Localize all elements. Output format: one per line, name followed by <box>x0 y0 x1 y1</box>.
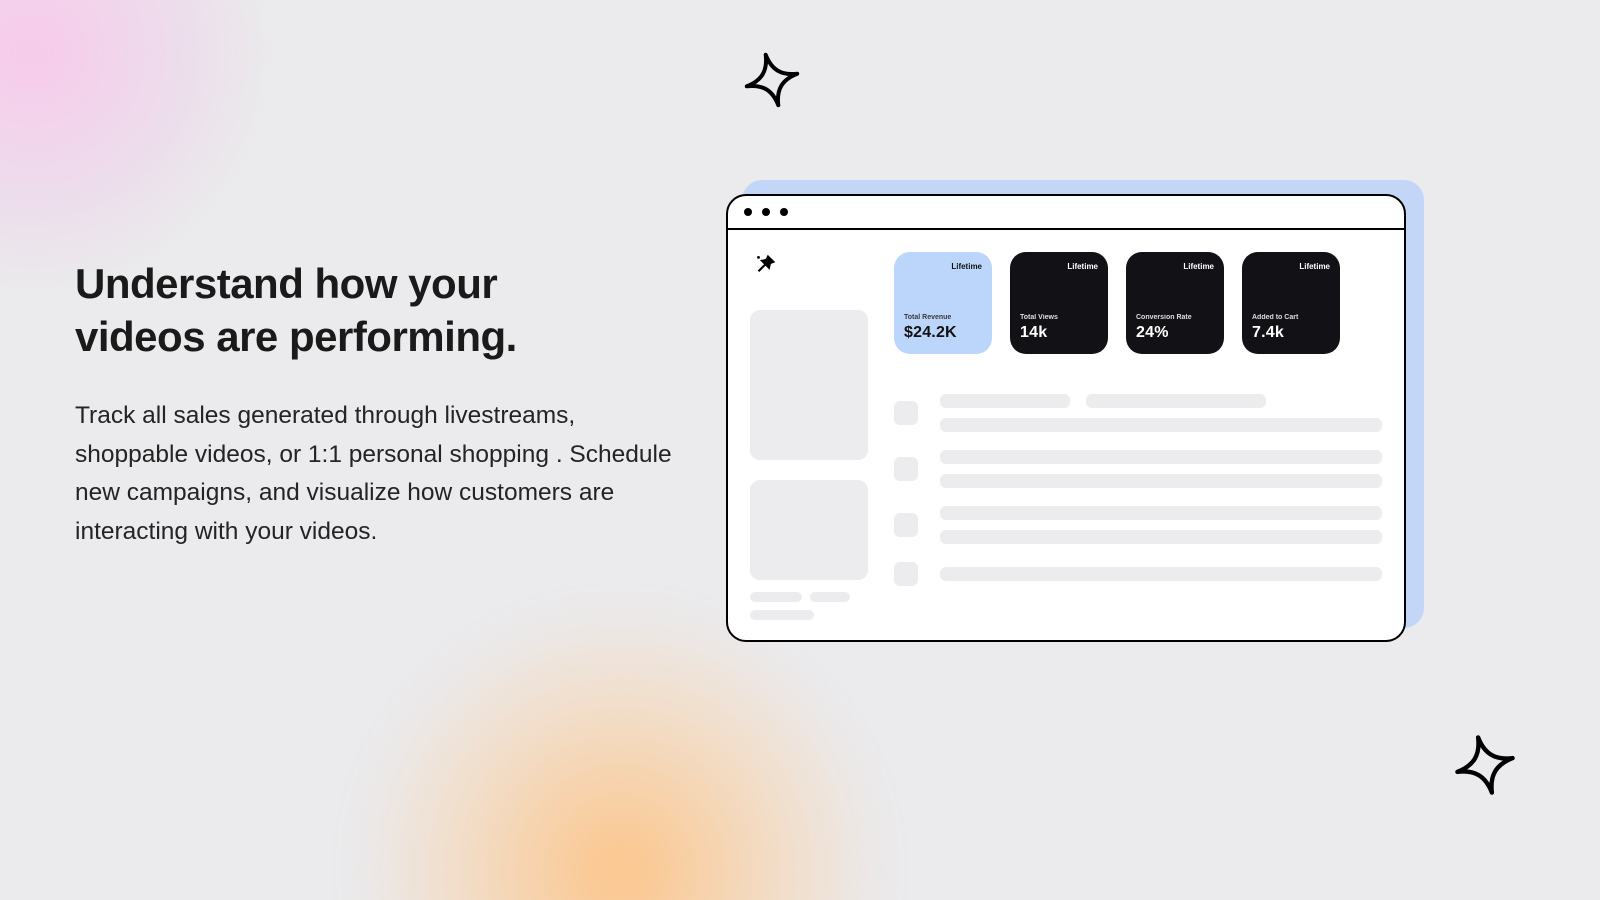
stat-card-period: Lifetime <box>904 262 982 271</box>
placeholder-line <box>940 450 1382 464</box>
list-item <box>894 394 1382 432</box>
placeholder-line <box>810 592 850 602</box>
placeholder-line <box>750 610 814 620</box>
decorative-gradient-pink <box>0 0 260 280</box>
placeholder-line <box>940 506 1382 520</box>
placeholder-line <box>750 592 802 602</box>
headline-line-1: Understand how your <box>75 260 497 307</box>
stat-card-added-to-cart[interactable]: Lifetime Added to Cart 7.4k <box>1242 252 1340 354</box>
placeholder-line <box>1086 394 1266 408</box>
list-item <box>894 506 1382 544</box>
stat-card-period: Lifetime <box>1136 262 1214 271</box>
placeholder-line <box>940 418 1382 432</box>
stat-card-period: Lifetime <box>1252 262 1330 271</box>
marketing-copy: Understand how your videos are performin… <box>75 258 685 552</box>
stat-card-value: $24.2K <box>904 324 982 342</box>
sparkle-icon <box>1450 730 1520 800</box>
placeholder-line <box>940 567 1382 581</box>
sidebar-meta <box>750 592 868 620</box>
traffic-light-dot <box>744 208 752 216</box>
stat-card-conversion-rate[interactable]: Lifetime Conversion Rate 24% <box>1126 252 1224 354</box>
stat-card-period: Lifetime <box>1020 262 1098 271</box>
window-titlebar <box>728 196 1404 230</box>
placeholder-line <box>940 530 1382 544</box>
placeholder-line <box>940 394 1070 408</box>
placeholder-square <box>894 513 918 537</box>
traffic-light-dot <box>780 208 788 216</box>
placeholder-square <box>894 457 918 481</box>
sparkle-icon <box>740 48 804 112</box>
stat-card-label: Total Views <box>1020 314 1098 321</box>
stat-card-label: Conversion Rate <box>1136 314 1214 321</box>
headline: Understand how your videos are performin… <box>75 258 685 363</box>
list-item <box>894 562 1382 586</box>
decorative-gradient-orange <box>360 610 880 900</box>
placeholder-line <box>940 474 1382 488</box>
placeholder-square <box>894 401 918 425</box>
stat-card-total-views[interactable]: Lifetime Total Views 14k <box>1010 252 1108 354</box>
stat-card-value: 24% <box>1136 324 1214 342</box>
sidebar-thumbnail <box>750 310 868 460</box>
list-item <box>894 450 1382 488</box>
sidebar <box>750 252 868 640</box>
dashboard-body: Lifetime Total Revenue $24.2K Lifetime T… <box>728 230 1404 640</box>
stat-card-value: 14k <box>1020 324 1098 342</box>
stat-card-value: 7.4k <box>1252 324 1330 342</box>
sidebar-thumbnail <box>750 480 868 580</box>
dashboard-main: Lifetime Total Revenue $24.2K Lifetime T… <box>894 252 1382 640</box>
stat-card-label: Total Revenue <box>904 314 982 321</box>
stat-card-total-revenue[interactable]: Lifetime Total Revenue $24.2K <box>894 252 992 354</box>
stat-card-row: Lifetime Total Revenue $24.2K Lifetime T… <box>894 252 1382 354</box>
stat-card-label: Added to Cart <box>1252 314 1330 321</box>
placeholder-square <box>894 562 918 586</box>
traffic-light-dot <box>762 208 770 216</box>
content-rows <box>894 394 1382 586</box>
pin-icon <box>752 252 868 282</box>
dashboard-window: Lifetime Total Revenue $24.2K Lifetime T… <box>726 194 1406 642</box>
sub-headline: Track all sales generated through livest… <box>75 397 685 552</box>
headline-line-2: videos are performing. <box>75 313 517 360</box>
